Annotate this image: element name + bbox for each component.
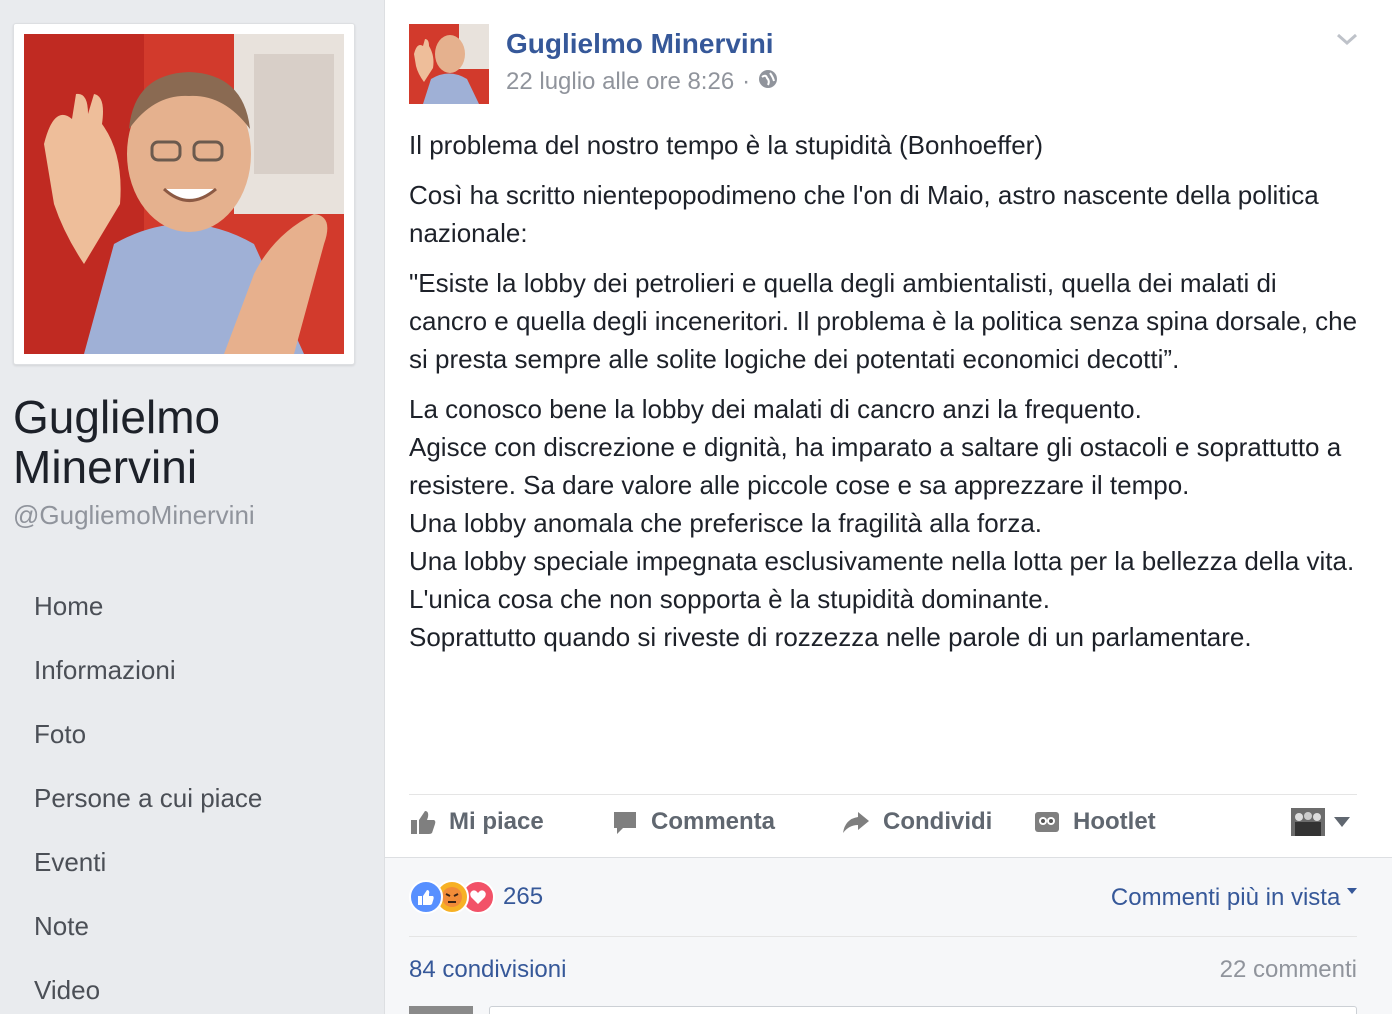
thumbs-up-icon xyxy=(411,811,436,834)
like-button[interactable]: Mi piace xyxy=(409,808,544,836)
share-label: Condividi xyxy=(883,808,993,835)
page-nav: Home Informazioni Foto Persone a cui pia… xyxy=(34,574,262,1014)
comment-input[interactable] xyxy=(489,1006,1357,1014)
post-line: Agisce con discrezione e dignità, ha imp… xyxy=(409,432,1342,500)
globe-icon xyxy=(758,68,778,96)
hootlet-label: Hootlet xyxy=(1073,808,1156,835)
post-line: L'unica cosa che non sopporta è la stupi… xyxy=(409,584,1050,614)
nav-item-informazioni[interactable]: Informazioni xyxy=(34,638,262,702)
author-avatar[interactable] xyxy=(409,24,489,104)
comment-label: Commenta xyxy=(651,808,776,835)
share-button[interactable]: Condividi xyxy=(841,808,992,836)
comments-count[interactable]: 22 commenti xyxy=(1220,956,1357,984)
post-footer: 265 Commenti più in vista 84 condivision… xyxy=(385,857,1392,1014)
caret-down-icon xyxy=(1347,888,1357,894)
post-timestamp[interactable]: 22 luglio alle ore 8:26 xyxy=(506,68,734,96)
post-line: Una lobby speciale impegnata esclusivame… xyxy=(409,546,1355,576)
caret-down-icon xyxy=(1334,817,1350,827)
like-label: Mi piace xyxy=(449,808,544,835)
divider xyxy=(409,794,1357,795)
post-line: Soprattutto quando si riveste di rozzezz… xyxy=(409,622,1252,652)
page-sidebar: Guglielmo Minervini @GugliemoMinervini H… xyxy=(0,0,382,1014)
post-body: Il problema del nostro tempo è la stupid… xyxy=(409,126,1359,656)
post-meta: 22 luglio alle ore 8:26 · xyxy=(506,68,778,96)
page-title: Guglielmo Minervini xyxy=(13,391,221,493)
chevron-down-icon[interactable] xyxy=(1335,30,1359,48)
viewer-avatar xyxy=(409,1006,473,1014)
post-author[interactable]: Guglielmo Minervini xyxy=(506,28,774,60)
divider xyxy=(409,936,1357,937)
post-line: Una lobby anomala che preferisce la frag… xyxy=(409,508,1043,538)
post-line: La conosco bene la lobby dei malati di c… xyxy=(409,394,1142,424)
nav-item-home[interactable]: Home xyxy=(34,574,262,638)
profile-picture-frame[interactable] xyxy=(13,23,355,365)
nav-item-foto[interactable]: Foto xyxy=(34,702,262,766)
comment-sort-label: Commenti più in vista xyxy=(1110,884,1341,911)
page-handle: @GugliemoMinervini xyxy=(13,500,255,530)
reactions-count[interactable]: 265 xyxy=(503,883,543,911)
page-avatar-icon xyxy=(1291,808,1325,836)
shares-count[interactable]: 84 condivisioni xyxy=(409,956,566,984)
post-paragraph: Il problema del nostro tempo è la stupid… xyxy=(409,130,1043,160)
like-reaction-icon xyxy=(409,880,443,914)
nav-item-persone[interactable]: Persone a cui piace xyxy=(34,766,262,830)
hootlet-button[interactable]: Hootlet xyxy=(1033,808,1156,836)
post-card: Guglielmo Minervini 22 luglio alle ore 8… xyxy=(384,0,1392,1014)
post-paragraph: Così ha scritto nientepopodimeno che l'o… xyxy=(409,180,1319,248)
hootlet-owl-icon xyxy=(1035,812,1059,832)
comment-button[interactable]: Commenta xyxy=(611,808,775,836)
post-paragraph: "Esiste la lobby dei petrolieri e quella… xyxy=(409,268,1358,374)
comment-icon xyxy=(614,812,636,834)
nav-item-note[interactable]: Note xyxy=(34,894,262,958)
nav-item-video[interactable]: Video xyxy=(34,958,262,1014)
share-arrow-icon xyxy=(843,812,869,833)
comment-sort-dropdown[interactable]: Commenti più in vista xyxy=(1111,884,1357,912)
profile-picture[interactable] xyxy=(24,34,344,354)
meta-separator: · xyxy=(742,68,751,95)
post-actions: Mi piace Commenta Condividi Hootlet xyxy=(409,800,1357,852)
reactions-summary[interactable]: 265 xyxy=(409,880,543,914)
nav-item-eventi[interactable]: Eventi xyxy=(34,830,262,894)
post-as-selector[interactable] xyxy=(1291,808,1351,836)
